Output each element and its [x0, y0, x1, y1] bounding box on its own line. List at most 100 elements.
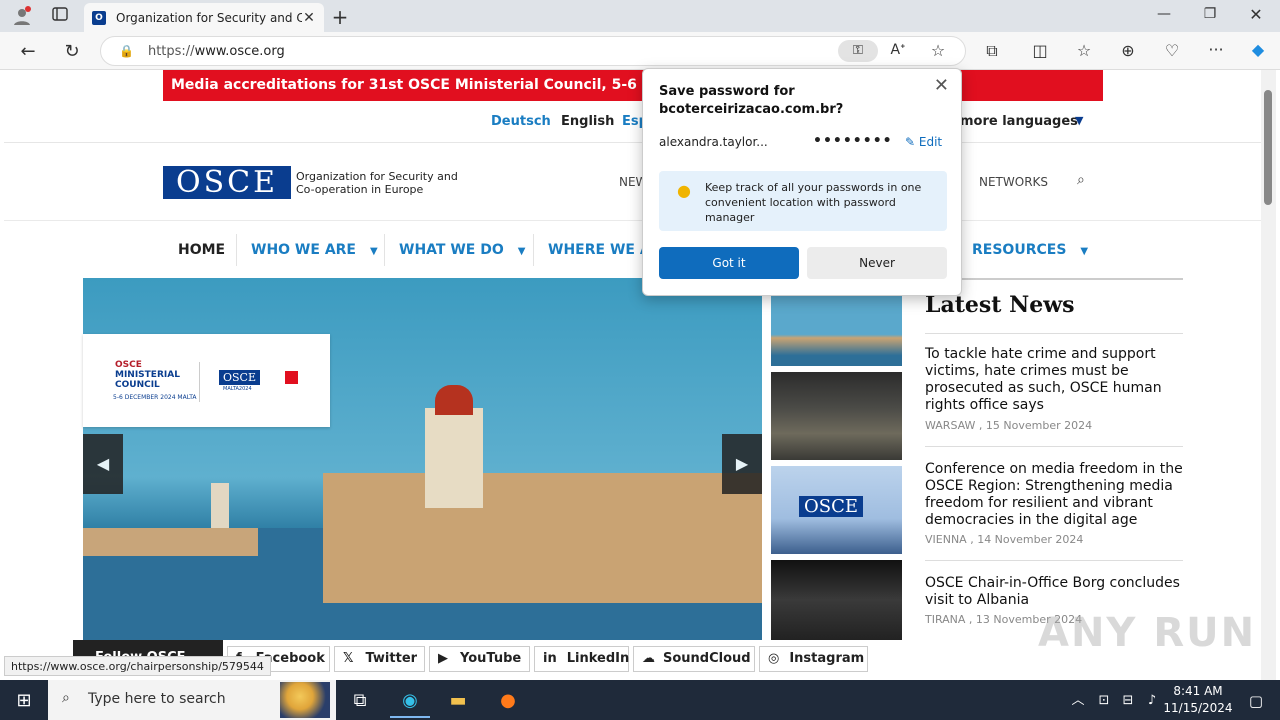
osce-favicon-icon: O — [92, 10, 106, 25]
slider-next-arrow-icon[interactable]: ▶ — [722, 434, 762, 494]
search-highlight-image[interactable] — [280, 682, 330, 718]
nav-what-label[interactable]: WHAT WE DO — [399, 242, 504, 258]
soundcloud-link[interactable]: ☁ SoundCloud — [633, 646, 755, 672]
instagram-label[interactable]: Instagram — [789, 651, 864, 666]
favorite-star-icon[interactable]: ☆ — [926, 41, 950, 60]
got-it-button[interactable]: Got it — [659, 247, 799, 279]
clock-date: 11/15/2024 — [1163, 701, 1233, 715]
youtube-label[interactable]: YouTube — [460, 651, 521, 666]
card-divider — [199, 362, 200, 402]
thumbnail-portrait[interactable] — [771, 560, 902, 640]
refresh-icon[interactable]: ↻ — [60, 41, 84, 62]
close-icon[interactable]: ✕ — [934, 75, 949, 96]
network-icon[interactable]: ⊟ — [1116, 684, 1140, 718]
nav-who-label[interactable]: WHO WE ARE — [251, 242, 356, 258]
announcement-banner[interactable]: Media accreditations for 31st OSCE Minis… — [163, 70, 1103, 101]
close-window-icon[interactable]: ✕ — [1244, 5, 1268, 24]
osce-logo[interactable]: OSCE — [163, 166, 291, 199]
news-item-title[interactable]: To tackle hate crime and support victims… — [925, 346, 1183, 414]
edit-label[interactable]: Edit — [919, 135, 942, 149]
show-hidden-icons-chevron-icon[interactable]: ︿ — [1066, 684, 1090, 718]
nav-divider — [236, 234, 237, 266]
instagram-link[interactable]: ◎ Instagram — [759, 646, 868, 672]
file-explorer-icon[interactable]: ▬ — [438, 684, 478, 718]
new-tab-icon[interactable]: + — [328, 5, 352, 29]
search-icon[interactable]: ⌕ — [1077, 172, 1085, 188]
nav-what-we-do[interactable]: WHAT WE DO ▼ — [399, 242, 525, 258]
search-icon: ⌕ — [62, 690, 70, 706]
card-logo-sub: MALTA2024 — [223, 386, 252, 392]
favorites-icon[interactable]: ☆ — [1072, 41, 1096, 60]
news-item-title[interactable]: Conference on media freedom in the OSCE … — [925, 461, 1183, 529]
news-item-meta: WARSAW , 15 November 2024 — [925, 419, 1093, 432]
linkedin-label[interactable]: LinkedIn — [567, 651, 630, 666]
thumbnail-osce-sign[interactable]: OSCE — [771, 466, 902, 554]
edit-credentials-button[interactable]: ✎ Edit — [905, 135, 942, 149]
caret-down-icon[interactable]: ▼ — [1080, 246, 1088, 257]
lock-icon[interactable]: 🔒 — [119, 44, 134, 58]
instagram-icon: ◎ — [768, 651, 780, 666]
password-key-icon[interactable]: ⚿ — [838, 40, 878, 62]
thumbnail-conference-hall[interactable] — [771, 372, 902, 460]
never-button[interactable]: Never — [807, 247, 947, 279]
chevron-down-icon[interactable]: ▼ — [1075, 114, 1083, 127]
soundcloud-label[interactable]: SoundCloud — [663, 651, 751, 666]
lang-english[interactable]: English — [561, 114, 614, 129]
caret-down-icon[interactable]: ▼ — [370, 246, 378, 257]
breakwater — [83, 528, 258, 556]
youtube-link[interactable]: ▶ YouTube — [429, 646, 530, 672]
tab-active[interactable]: O Organization for Security and Co ✕ — [84, 3, 324, 32]
tab-actions-icon[interactable] — [48, 6, 72, 26]
hero-slider-image[interactable] — [83, 278, 762, 640]
restore-icon[interactable]: ❐ — [1198, 6, 1222, 22]
fort-wall — [323, 473, 762, 603]
notifications-icon[interactable]: ▢ — [1236, 684, 1276, 718]
logo-line-2: Co-operation in Europe — [296, 183, 424, 196]
nav-resources-label[interactable]: RESOURCES — [972, 242, 1066, 258]
scrollbar-thumb[interactable] — [1264, 90, 1272, 205]
topnav-networks[interactable]: NETWORKS — [979, 175, 1048, 189]
extensions-icon[interactable]: ⧉ — [980, 41, 1004, 61]
youtube-icon: ▶ — [438, 651, 448, 666]
news-item-title[interactable]: OSCE Chair-in-Office Borg concludes visi… — [925, 575, 1183, 609]
twitter-link[interactable]: 𝕏 Twitter — [334, 646, 425, 672]
windows-start-icon[interactable]: ⊞ — [4, 684, 44, 718]
firefox-icon[interactable]: ● — [488, 684, 528, 718]
back-icon[interactable]: ← — [16, 41, 40, 62]
settings-more-icon[interactable]: ··· — [1204, 40, 1228, 59]
nav-home[interactable]: HOME — [178, 242, 225, 258]
volume-icon[interactable]: ♪ — [1140, 684, 1164, 718]
more-languages-link[interactable]: more languages — [960, 114, 1078, 129]
soundcloud-icon: ☁ — [642, 651, 655, 666]
lang-deutsch[interactable]: Deutsch — [491, 114, 551, 129]
task-view-icon[interactable]: ⧉ — [340, 684, 380, 718]
browser-essentials-icon[interactable]: ♡ — [1160, 41, 1184, 60]
copilot-icon[interactable]: ◆ — [1246, 40, 1270, 59]
url-prefix: https:// — [147, 43, 195, 59]
nav-resources[interactable]: RESOURCES ▼ — [972, 242, 1088, 258]
card-osce-logo: OSCE — [219, 370, 260, 385]
lighthouse-lamp — [435, 385, 473, 415]
caret-down-icon[interactable]: ▼ — [518, 246, 526, 257]
linkedin-link[interactable]: in LinkedIn — [534, 646, 629, 672]
news-item-meta: VIENNA , 14 November 2024 — [925, 533, 1084, 546]
tab-title: Organization for Security and Co — [116, 10, 302, 25]
logo-text: Organization for Security and Co-operati… — [296, 170, 458, 196]
close-tab-icon[interactable]: ✕ — [302, 10, 316, 26]
url-field[interactable]: 🔒 https:// www.osce.org — [100, 36, 966, 66]
profile-icon[interactable] — [10, 6, 34, 30]
thumbnail-lighthouse[interactable] — [771, 296, 902, 366]
minimize-icon[interactable]: — — [1152, 6, 1176, 22]
collections-icon[interactable]: ⊕ — [1116, 41, 1140, 60]
taskbar-search-text[interactable]: Type here to search — [88, 691, 226, 707]
device-icon[interactable]: ⊡ — [1092, 684, 1116, 718]
edge-taskbar-icon[interactable]: ◉ — [390, 684, 430, 718]
twitter-label[interactable]: Twitter — [365, 651, 417, 666]
slider-prev-arrow-icon[interactable]: ◀ — [83, 434, 123, 494]
read-aloud-icon[interactable]: Aᐩ — [886, 42, 910, 58]
banner-text[interactable]: Media accreditations for 31st OSCE Minis… — [171, 77, 722, 93]
split-screen-icon[interactable]: ◫ — [1028, 41, 1052, 60]
nav-who-we-are[interactable]: WHO WE ARE ▼ — [251, 242, 378, 258]
taskbar-clock[interactable]: 8:41 AM 11/15/2024 — [1162, 683, 1234, 717]
saved-password-mask: •••••••• — [813, 133, 893, 149]
